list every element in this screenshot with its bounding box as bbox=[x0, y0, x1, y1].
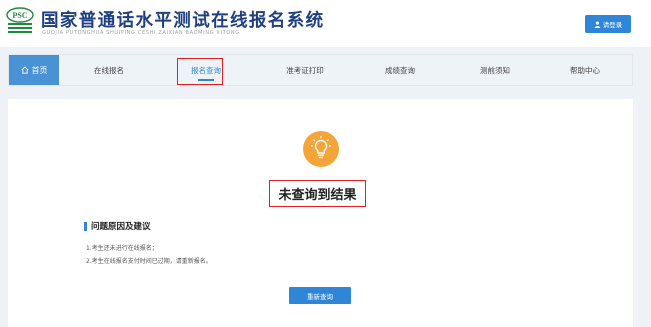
psc-logo-icon[interactable]: PSC bbox=[5, 6, 35, 36]
nav-item-online-registration[interactable]: 在线报名 bbox=[79, 55, 139, 85]
main-nav: 首页 在线报名 报名查询 准考证打印 成绩查询 测前须知 帮助中心 bbox=[8, 54, 633, 86]
lightbulb-icon bbox=[303, 131, 339, 167]
nav-item-admission-ticket[interactable]: 准考证打印 bbox=[270, 55, 340, 85]
site-pinyin: GUOJIA PUTONGHUA SHUIPING CESHI ZAIXIAN … bbox=[42, 30, 240, 36]
retry-query-button[interactable]: 重新查询 bbox=[289, 287, 351, 304]
nav-highlight-box bbox=[177, 58, 223, 85]
section-accent-bar bbox=[84, 222, 87, 231]
nav-item-score-query[interactable]: 成绩查询 bbox=[370, 55, 430, 85]
login-button[interactable]: 请登录 bbox=[585, 15, 631, 33]
section-title: 问题原因及建议 bbox=[91, 222, 151, 232]
logo-text: PSC bbox=[12, 11, 27, 20]
nav-item-pre-test-notice[interactable]: 测前须知 bbox=[465, 55, 525, 85]
result-highlight-box bbox=[269, 180, 366, 207]
nav-home-label: 首页 bbox=[31, 65, 48, 75]
reason-item: 2.考生在线报名支付时间已过期，请重新报名。 bbox=[86, 258, 212, 265]
login-label: 请登录 bbox=[602, 21, 623, 29]
nav-item-help-center[interactable]: 帮助中心 bbox=[555, 55, 615, 85]
site-header: PSC 国家普通话水平测试在线报名系统 GUOJIA PUTONGHUA SHU… bbox=[0, 0, 651, 47]
reason-item: 1.考生还未进行在线报名； bbox=[86, 245, 158, 252]
nav-home[interactable]: 首页 bbox=[9, 55, 59, 85]
home-icon bbox=[20, 66, 29, 74]
site-title: 国家普通话水平测试在线报名系统 bbox=[41, 11, 325, 31]
user-icon bbox=[594, 21, 601, 28]
